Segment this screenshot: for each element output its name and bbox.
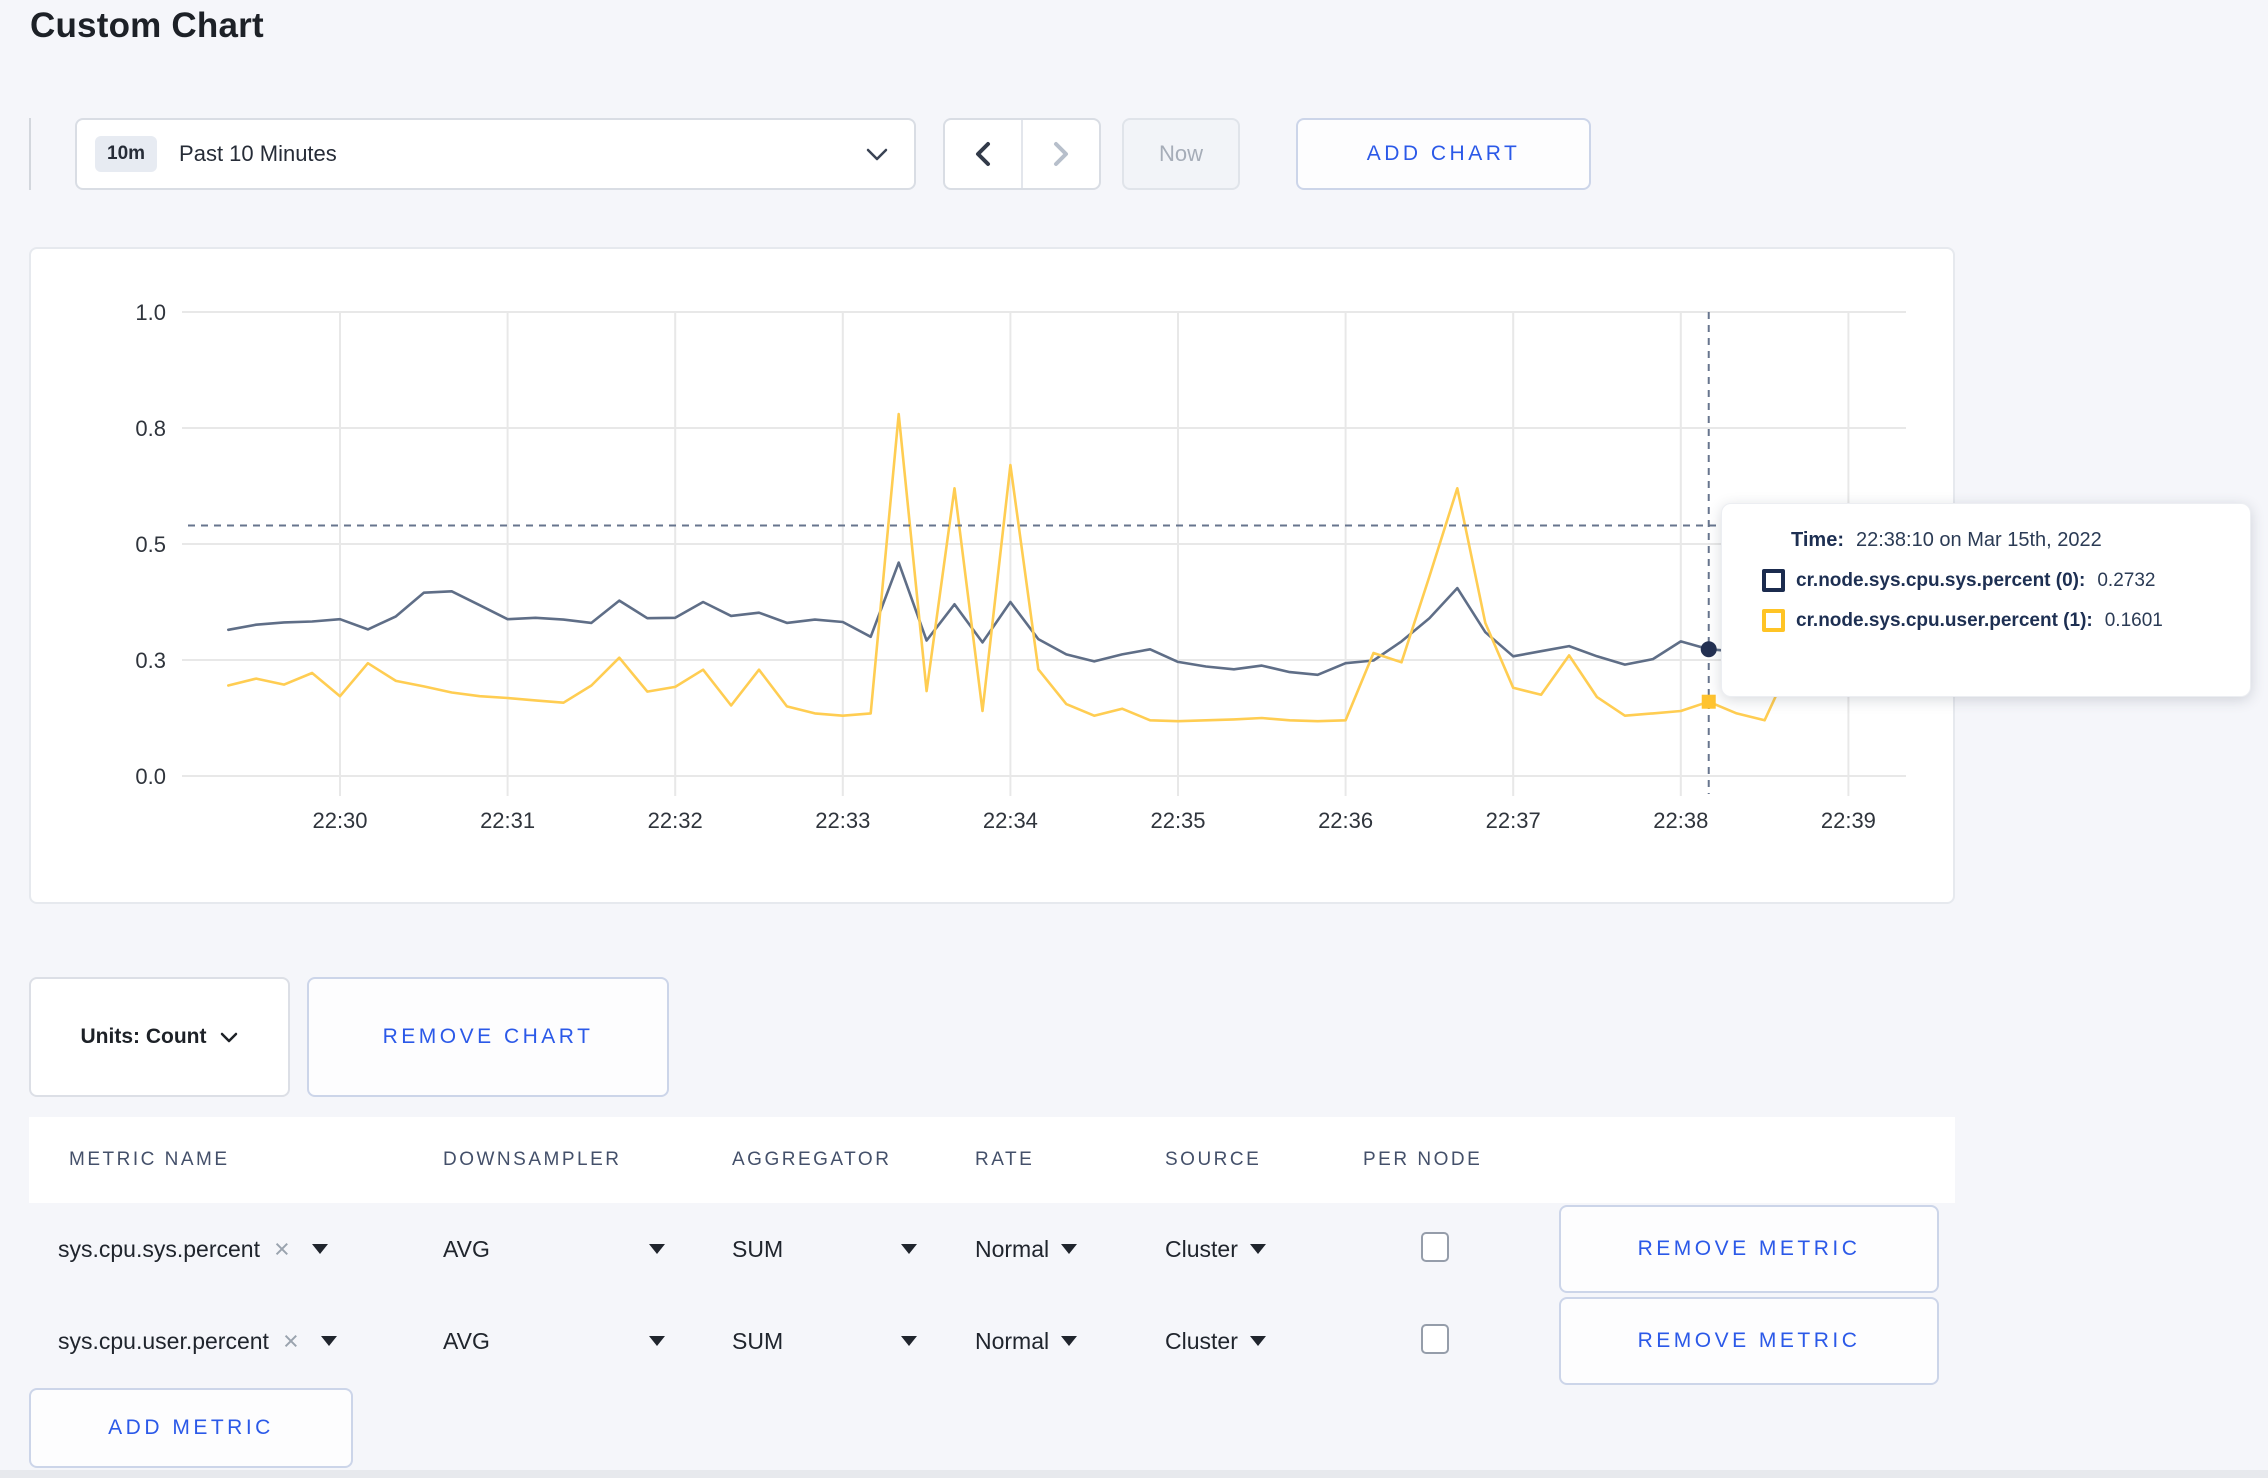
remove-metric-button[interactable]: REMOVE METRIC — [1559, 1297, 1939, 1385]
downsampler-value: AVG — [443, 1235, 490, 1262]
x-axis-tick-label: 22:35 — [1150, 808, 1205, 833]
metric-name-value[interactable]: sys.cpu.sys.percent — [58, 1236, 260, 1263]
downsampler-value: AVG — [443, 1327, 490, 1354]
metric-row: sys.cpu.sys.percent × AVG SUM Normal Clu… — [29, 1203, 1955, 1295]
tooltip-time-value: 22:38:10 on Mar 15th, 2022 — [1855, 529, 2102, 551]
downsampler-select[interactable]: AVG — [443, 1236, 665, 1263]
source-value: Cluster — [1165, 1327, 1238, 1354]
tooltip-series-name: cr.node.sys.cpu.user.percent (1): — [1796, 609, 2093, 631]
tooltip-time-label: Time: — [1791, 529, 1844, 551]
sys-series-swatch-icon — [1762, 569, 1785, 592]
now-button[interactable]: Now — [1122, 118, 1240, 190]
y-axis-tick-label: 0.8 — [135, 416, 166, 441]
source-select[interactable]: Cluster — [1165, 1328, 1363, 1355]
caret-down-icon — [1061, 1336, 1078, 1346]
user-series-swatch-icon — [1762, 609, 1785, 632]
aggregator-value: SUM — [732, 1235, 784, 1262]
source-select[interactable]: Cluster — [1165, 1236, 1363, 1263]
rate-value: Normal — [975, 1327, 1050, 1354]
left-divider — [29, 118, 31, 190]
per-node-checkbox[interactable] — [1421, 1231, 1449, 1262]
column-header-downsampler: DOWNSAMPLER — [443, 1149, 622, 1170]
caret-down-icon — [649, 1244, 665, 1254]
add-chart-button[interactable]: ADD CHART — [1296, 118, 1591, 190]
caret-down-icon — [1061, 1244, 1078, 1254]
add-metric-button[interactable]: ADD METRIC — [29, 1388, 353, 1468]
metric-row: sys.cpu.user.percent × AVG SUM Normal Cl… — [29, 1295, 1955, 1387]
tooltip-series-value: 0.2732 — [2097, 569, 2156, 591]
aggregator-value: SUM — [732, 1327, 784, 1354]
bottom-edge-strip — [0, 1470, 2268, 1478]
metrics-table-header: METRIC NAME DOWNSAMPLER AGGREGATOR RATE … — [29, 1117, 1955, 1203]
x-axis-tick-label: 22:36 — [1318, 808, 1373, 833]
y-axis-tick-label: 1.0 — [135, 300, 166, 325]
aggregator-select[interactable]: SUM — [732, 1236, 917, 1263]
column-header-per-node: PER NODE — [1363, 1149, 1483, 1170]
rate-value: Normal — [975, 1235, 1050, 1262]
x-axis-tick-label: 22:34 — [983, 808, 1038, 833]
units-label: Units: Count — [80, 1025, 207, 1048]
rate-select[interactable]: Normal — [975, 1236, 1165, 1263]
time-range-label: Past 10 Minutes — [179, 141, 337, 166]
step-back-button[interactable] — [945, 120, 1021, 188]
tooltip-time-row: Time: 22:38:10 on Mar 15th, 2022 — [1762, 529, 2250, 552]
metrics-table: METRIC NAME DOWNSAMPLER AGGREGATOR RATE … — [29, 1117, 1955, 1387]
caret-down-icon[interactable] — [320, 1336, 337, 1346]
time-range-badge: 10m — [95, 136, 158, 172]
rate-select[interactable]: Normal — [975, 1328, 1165, 1355]
tooltip-series-value: 0.1601 — [2104, 609, 2163, 631]
y-axis-tick-label: 0.5 — [135, 532, 166, 557]
caret-down-icon — [901, 1244, 917, 1254]
source-value: Cluster — [1165, 1235, 1238, 1262]
column-header-metric-name: METRIC NAME — [69, 1149, 230, 1170]
aggregator-select[interactable]: SUM — [732, 1328, 917, 1355]
x-axis-tick-label: 22:30 — [312, 808, 367, 833]
metrics-line-chart[interactable]: 0.0 0.3 0.5 0.8 1.0 22:30 22:31 22:32 22:33 22:34… — [31, 249, 1953, 902]
step-forward-button[interactable] — [1021, 120, 1099, 188]
x-axis-tick-label: 22:37 — [1486, 808, 1541, 833]
tooltip-series-row: cr.node.sys.cpu.sys.percent (0): 0.2732 — [1762, 569, 2250, 592]
close-icon[interactable]: × — [274, 1235, 290, 1263]
per-node-checkbox[interactable] — [1421, 1323, 1449, 1354]
chevron-down-icon — [866, 148, 888, 161]
chart-hover-tooltip: Time: 22:38:10 on Mar 15th, 2022 cr.node… — [1721, 503, 2251, 697]
caret-down-icon — [649, 1336, 665, 1346]
column-header-aggregator: AGGREGATOR — [732, 1149, 892, 1170]
x-axis-tick-label: 22:33 — [815, 808, 870, 833]
chevron-down-icon — [221, 1032, 238, 1042]
caret-down-icon — [901, 1336, 917, 1346]
tooltip-series-name: cr.node.sys.cpu.sys.percent (0): — [1796, 569, 2086, 591]
metric-name-value[interactable]: sys.cpu.user.percent — [58, 1328, 269, 1355]
remove-chart-button[interactable]: REMOVE CHART — [307, 977, 669, 1097]
column-header-source: SOURCE — [1165, 1149, 1262, 1170]
x-axis-tick-label: 22:32 — [648, 808, 703, 833]
time-range-dropdown[interactable]: 10m Past 10 Minutes — [75, 118, 916, 190]
y-axis-tick-label: 0.3 — [135, 648, 166, 673]
y-axis-tick-label: 0.0 — [135, 764, 166, 789]
x-axis-tick-label: 22:39 — [1821, 808, 1876, 833]
chevron-right-icon — [1054, 142, 1068, 166]
column-header-rate: RATE — [975, 1149, 1035, 1170]
close-icon[interactable]: × — [283, 1327, 299, 1355]
units-dropdown[interactable]: Units: Count — [29, 977, 290, 1097]
caret-down-icon — [1249, 1244, 1266, 1254]
time-step-buttons — [943, 118, 1101, 190]
chevron-left-icon — [976, 142, 990, 166]
custom-chart-card: 0.0 0.3 0.5 0.8 1.0 22:30 22:31 22:32 22:33 22:34… — [29, 247, 1955, 904]
remove-metric-button[interactable]: REMOVE METRIC — [1559, 1205, 1939, 1293]
caret-down-icon — [1249, 1336, 1266, 1346]
x-axis-tick-label: 22:38 — [1653, 808, 1708, 833]
page-title: Custom Chart — [30, 6, 264, 45]
downsampler-select[interactable]: AVG — [443, 1328, 665, 1355]
tooltip-series-row: cr.node.sys.cpu.user.percent (1): 0.1601 — [1762, 609, 2250, 632]
x-axis-tick-label: 22:31 — [480, 808, 535, 833]
caret-down-icon[interactable] — [311, 1244, 328, 1254]
